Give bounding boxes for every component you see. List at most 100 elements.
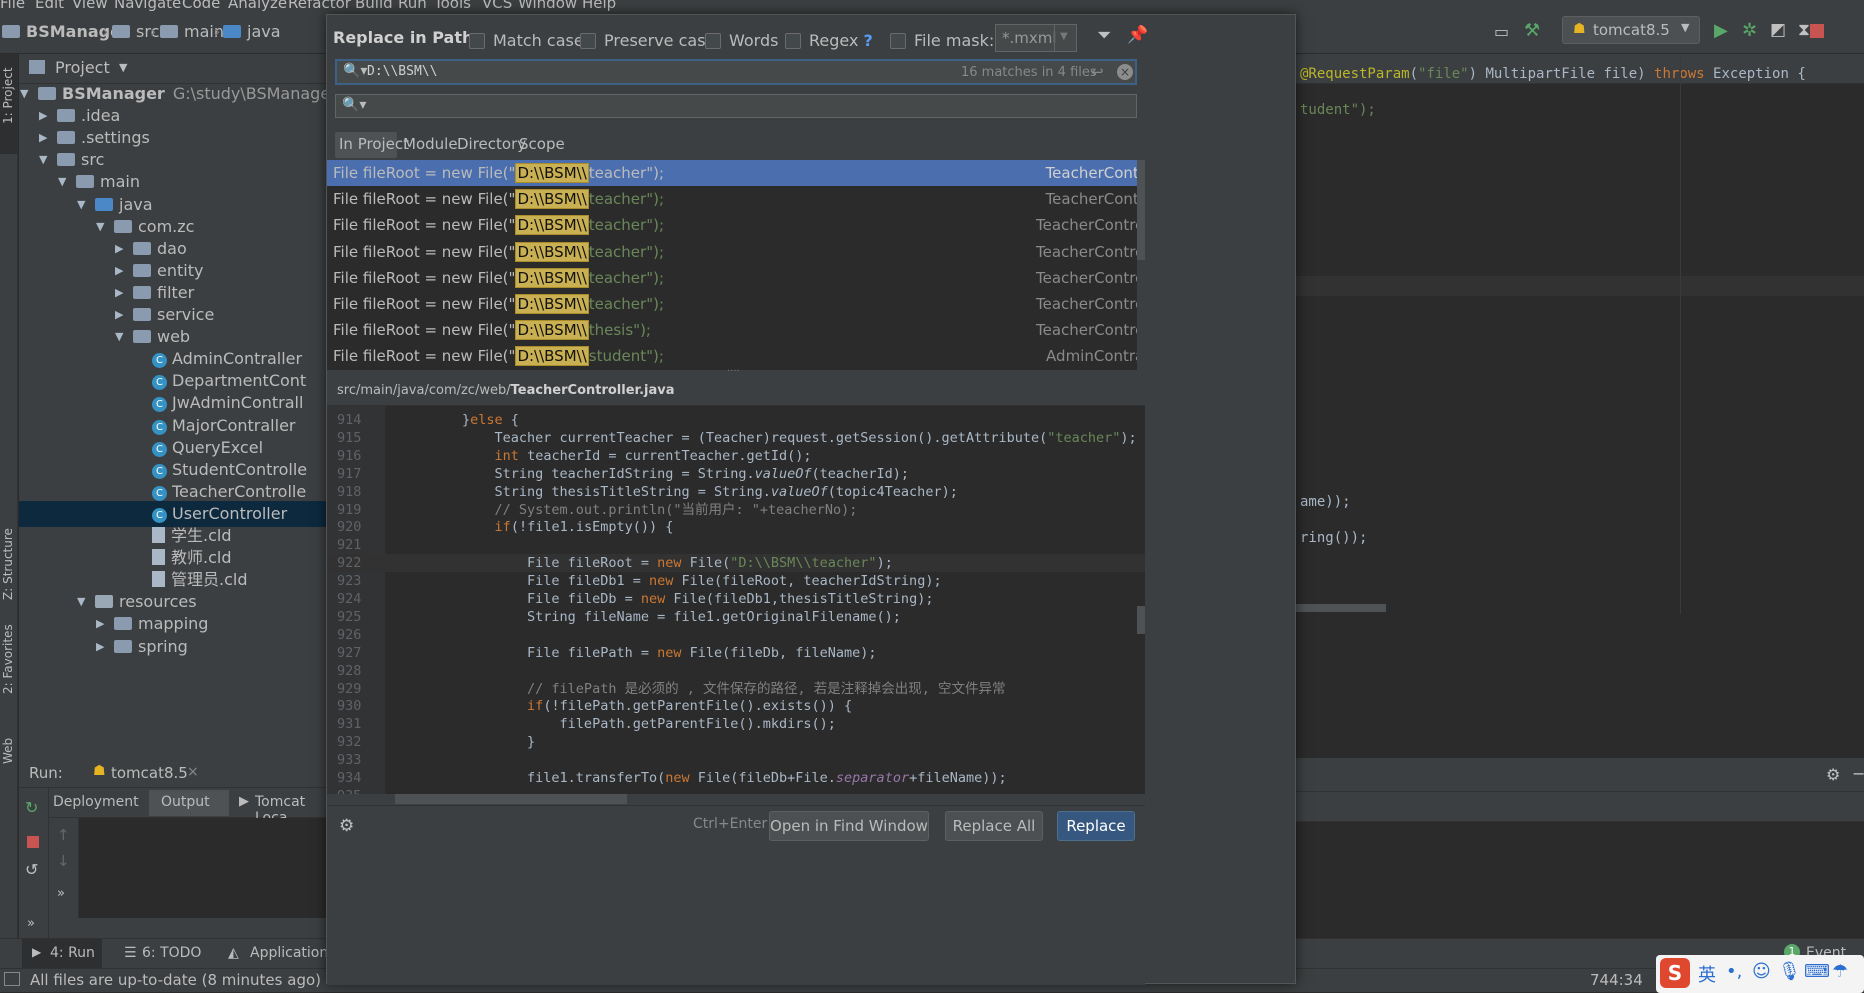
search-input[interactable]: D:\\BSM\\	[367, 64, 437, 79]
preview-path-prefix: src/main/java/com/zc/web/	[337, 383, 511, 398]
expand-icon[interactable]: »	[27, 916, 35, 931]
pin-icon[interactable]: 📌	[1127, 25, 1148, 45]
scope-module[interactable]: Module	[403, 135, 458, 153]
rerun-icon[interactable]: ↻	[25, 798, 38, 817]
mic-icon[interactable]: 🎙	[1778, 961, 1801, 982]
replace-field[interactable]: 🔍▾	[335, 94, 1137, 118]
breadcrumb-java[interactable]: java	[223, 22, 281, 41]
file-mask-select[interactable]: *.mxml ▼	[995, 24, 1077, 52]
menu-tools[interactable]: Tools	[434, 0, 471, 12]
tab-run-bottom[interactable]: ▶ 4: Run	[22, 939, 102, 969]
tab-output[interactable]: Output	[161, 794, 210, 810]
match-case-checkbox[interactable]: Match case	[469, 31, 584, 50]
newline-icon[interactable]: ↩	[1091, 63, 1104, 81]
breadcrumb-project[interactable]: BSManager	[2, 22, 129, 41]
replace-all-button[interactable]: Replace All	[945, 811, 1043, 841]
tree-item-label: 学生.cld	[171, 526, 232, 545]
arrow-down-icon[interactable]: ↓	[57, 852, 70, 870]
search-field[interactable]: 🔍▾ D:\\BSM\\ 16 matches in 4 files ↩ ×	[335, 59, 1137, 85]
profile-icon[interactable]: ⧗	[1798, 20, 1810, 40]
arrow-up-icon[interactable]: ↑	[57, 826, 70, 844]
clear-icon[interactable]: ×	[1117, 64, 1133, 80]
menu-analyze[interactable]: Analyze	[228, 0, 287, 12]
tree-item-label: src	[81, 150, 105, 170]
code-line: 934 file1.transferTo(new File(fileDb+Fil…	[327, 769, 1145, 787]
menu-view[interactable]: View	[72, 0, 108, 12]
menu-refactor[interactable]: Refactor	[288, 0, 351, 12]
result-row[interactable]: File fileRoot = new File(" D:\\BSM\\ teach…	[327, 291, 1137, 317]
chevron-right-icon[interactable]: ▶	[96, 634, 104, 660]
ime-language[interactable]: 英	[1698, 961, 1716, 987]
result-file: TeacherController.java	[1036, 268, 1137, 287]
build-hammer-icon[interactable]: ⚒	[1524, 20, 1540, 41]
gear-icon[interactable]: ⚙	[339, 816, 354, 836]
run-config-select[interactable]: ☗ tomcat8.5 ▼	[1562, 16, 1700, 44]
tree-item[interactable]: ▶ spring	[19, 634, 326, 660]
line-number: 926	[337, 626, 362, 643]
replace-button[interactable]: Replace	[1057, 811, 1135, 841]
result-row[interactable]: File fileRoot = new File(" D:\\BSM\\ teach…	[327, 212, 1137, 238]
punctuation-icon[interactable]: •,	[1726, 961, 1742, 982]
run-output-console[interactable]	[79, 818, 326, 918]
structure-tool-label[interactable]: Z: Structure	[1, 528, 15, 600]
coverage-icon[interactable]: ◩	[1770, 20, 1786, 40]
menu-file[interactable]: File	[0, 0, 25, 12]
favorites-tool-label[interactable]: 2: Favorites	[1, 624, 15, 694]
preview-h-scrollbar[interactable]	[395, 794, 627, 804]
project-tool-tab[interactable]: 1: Project	[0, 54, 18, 154]
open-in-find-window-button[interactable]: Open in Find Window	[769, 811, 929, 841]
words-checkbox[interactable]: Words	[705, 31, 778, 50]
sogou-s-icon[interactable]: S	[1660, 958, 1690, 988]
file-mask-checkbox[interactable]: File mask:	[890, 31, 994, 50]
tool-windows-icon[interactable]	[4, 972, 20, 986]
menu-run[interactable]: Run	[398, 0, 427, 12]
run-config-tab[interactable]: tomcat8.5	[111, 764, 188, 782]
result-row[interactable]: File fileRoot = new File(" D:\\BSM\\ thesi…	[327, 317, 1137, 343]
menu-navigate[interactable]: Navigate	[114, 0, 181, 12]
filter-icon[interactable]: ⏷	[1097, 25, 1111, 46]
folder-icon	[114, 617, 132, 631]
preview-v-scrollbar[interactable]	[1137, 606, 1145, 634]
menu-edit[interactable]: Edit	[35, 0, 64, 12]
web-tool-label[interactable]: Web	[1, 738, 15, 764]
layout-icon[interactable]: ▭	[1494, 22, 1509, 41]
regex-help-link[interactable]: ?	[864, 31, 873, 50]
debug-icon[interactable]: ✲	[1742, 20, 1757, 41]
results-scrollbar[interactable]	[1137, 160, 1145, 260]
menu-help[interactable]: Help	[582, 0, 616, 12]
skin-icon[interactable]: ☂	[1832, 961, 1848, 982]
search-history-icon[interactable]: 🔍▾	[343, 63, 367, 79]
menu-code[interactable]: Code	[182, 0, 220, 12]
menu-build[interactable]: Build	[355, 0, 393, 12]
menu-window[interactable]: Window	[518, 0, 577, 12]
gear-icon[interactable]: ⚙	[1826, 765, 1840, 784]
result-row[interactable]: File fileRoot = new File(" D:\\BSM\\ teach…	[327, 265, 1137, 291]
tab-application[interactable]: Application	[250, 945, 328, 961]
tab-todo[interactable]: 6: TODO	[142, 945, 201, 961]
result-row[interactable]: File fileRoot = new File(" D:\\BSM\\ teach…	[327, 239, 1137, 265]
replace-history-icon[interactable]: 🔍▾	[342, 97, 366, 113]
stop-icon[interactable]	[1810, 24, 1824, 38]
menu-vcs[interactable]: VCS	[482, 0, 512, 12]
stop-icon[interactable]	[27, 836, 39, 848]
chevron-down-icon: ▼	[1060, 31, 1068, 42]
split-handle[interactable]: ....	[327, 363, 1145, 378]
minimize-icon[interactable]: −	[1852, 764, 1864, 783]
tab-deployment[interactable]: Deployment	[53, 794, 139, 810]
result-row[interactable]: File fileRoot = new File(" D:\\BSM\\ teach…	[327, 160, 1137, 186]
restart-icon[interactable]: ↺	[25, 860, 38, 879]
regex-checkbox[interactable]: Regex ?	[785, 31, 873, 50]
scope-scope[interactable]: Scope	[519, 135, 565, 153]
preserve-case-checkbox[interactable]: Preserve case	[580, 31, 715, 50]
tree-item-label: mapping	[138, 614, 209, 634]
scope-in-project[interactable]: In Project	[339, 135, 409, 153]
close-icon[interactable]: ×	[187, 764, 199, 780]
emoji-icon[interactable]: ☺	[1752, 961, 1771, 982]
expand-icon[interactable]: »	[57, 886, 65, 901]
run-icon[interactable]: ▶	[1714, 20, 1728, 41]
keyboard-icon[interactable]: ⌨	[1804, 961, 1830, 982]
scope-directory[interactable]: Directory	[457, 135, 526, 153]
caret-position[interactable]: 744:34	[1590, 971, 1643, 989]
horizontal-scrollbar[interactable]	[1296, 604, 1386, 612]
result-row[interactable]: File fileRoot = new File(" D:\\BSM\\ teach…	[327, 186, 1137, 212]
